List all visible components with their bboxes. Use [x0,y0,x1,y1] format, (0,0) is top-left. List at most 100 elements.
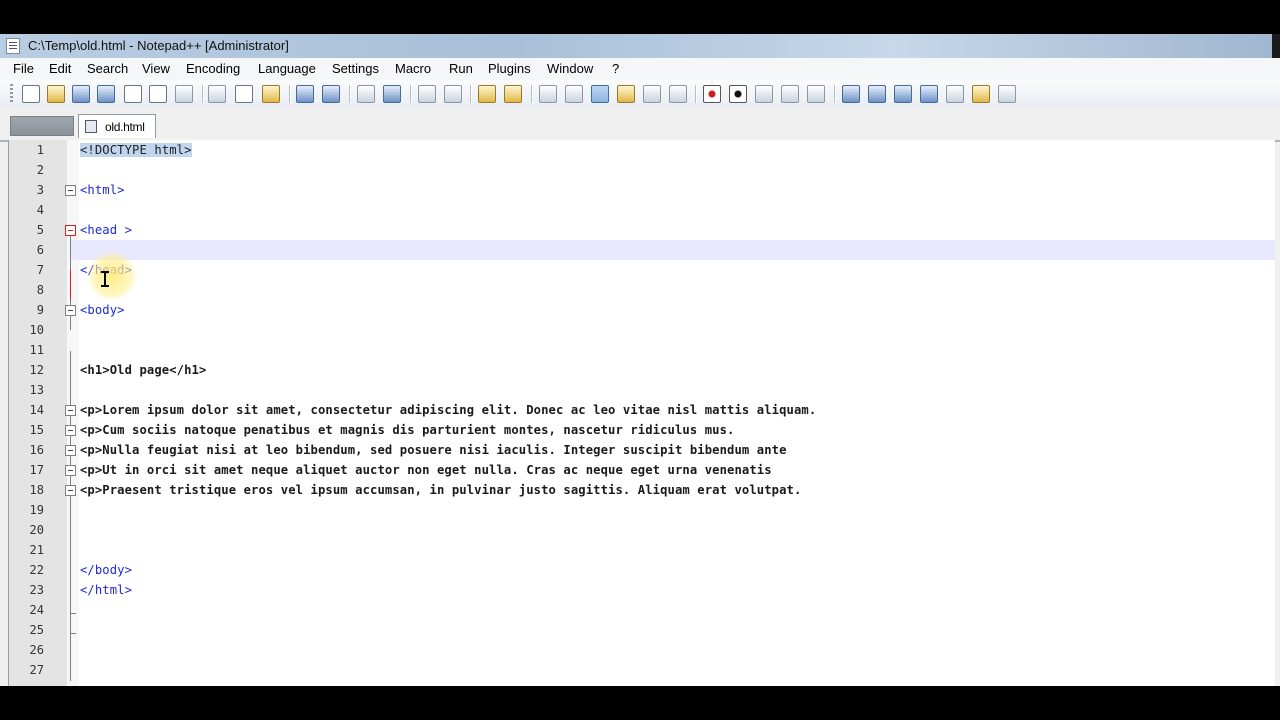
open-file-icon[interactable] [47,85,65,103]
menu-settings[interactable]: Settings [332,61,379,76]
copy-icon[interactable] [235,85,253,103]
line-text: <p>Ut in orci sit amet neque aliquet auc… [80,463,772,477]
line-number: 19 [29,503,44,517]
undo-icon[interactable] [296,85,314,103]
menu-edit[interactable]: Edit [49,61,71,76]
menu-window[interactable]: Window [547,61,593,76]
toolbar-grip[interactable] [10,84,13,104]
menu-file[interactable]: File [13,61,34,76]
sync-vertical-icon[interactable] [478,85,496,103]
menu-search[interactable]: Search [87,61,128,76]
code-line[interactable]: 27 [9,660,1275,680]
line-number: 20 [29,523,44,537]
code-line[interactable]: 24 [9,600,1275,620]
toolbar-separator [202,85,203,103]
code-line[interactable]: 19 [9,500,1275,520]
new-file-icon[interactable] [22,85,40,103]
code-line[interactable]: 12 <h1>Old page</h1> [9,360,1275,380]
line-text: <p>Praesent tristique eros vel ipsum acc… [80,483,802,497]
window-title: C:\Temp\old.html - Notepad++ [Administra… [28,38,289,53]
code-line[interactable]: 15 <p>Cum sociis natoque penatibus et ma… [9,420,1275,440]
code-line[interactable]: 8 [9,280,1275,300]
menu-encoding[interactable]: Encoding [186,61,240,76]
code-line[interactable]: 3 <html> [9,180,1275,200]
plugin-icon[interactable] [842,85,860,103]
line-number: 24 [29,603,44,617]
code-line[interactable]: 17 <p>Ut in orci sit amet neque aliquet … [9,460,1275,480]
code-line[interactable]: 13 [9,380,1275,400]
code-line[interactable]: 5 <head > [9,220,1275,240]
line-number: 13 [29,383,44,397]
save-all-icon[interactable] [97,85,115,103]
arrow-down-icon[interactable] [894,85,912,103]
code-line[interactable]: 20 [9,520,1275,540]
code-line-current[interactable]: 6 [9,240,1275,260]
title-bar[interactable]: C:\Temp\old.html - Notepad++ [Administra… [0,34,1280,58]
code-line[interactable]: 1 <!DOCTYPE html> [9,140,1275,160]
show-all-chars-icon[interactable] [565,85,583,103]
menu-macro[interactable]: Macro [395,61,431,76]
code-line[interactable]: 7 </head> [9,260,1275,280]
code-line[interactable]: 10 [9,320,1275,340]
find-icon[interactable] [357,85,375,103]
tab-old-html[interactable]: old.html [78,114,156,138]
line-text: <!DOCTYPE html> [80,143,192,157]
code-line[interactable]: 4 [9,200,1275,220]
code-line[interactable]: 9 <body> [9,300,1275,320]
arrow-up-icon[interactable] [868,85,886,103]
word-wrap-icon[interactable] [539,85,557,103]
spell-check-icon[interactable] [946,85,964,103]
code-line[interactable]: 16 <p>Nulla feugiat nisi at leo bibendum… [9,440,1275,460]
menu-run[interactable]: Run [449,61,473,76]
line-number: 15 [29,423,44,437]
code-line[interactable]: 2 [9,160,1275,180]
code-line[interactable]: 25 [9,620,1275,640]
sync-horizontal-icon[interactable] [504,85,522,103]
toolbar [0,80,1280,109]
function-list-icon[interactable] [669,85,687,103]
redo-icon[interactable] [322,85,340,103]
notepad-app-icon [6,38,20,54]
tab-bar: old.html [0,108,1280,142]
tab-inactive[interactable] [10,116,74,136]
run-macro-multiple-icon[interactable] [781,85,799,103]
user-language-icon[interactable] [617,85,635,103]
toolbar-separator [410,85,411,103]
menu-help[interactable]: ? [612,61,619,76]
indent-guide-icon[interactable] [591,85,609,103]
stop-recording-icon[interactable] [729,85,747,103]
menu-view[interactable]: View [142,61,170,76]
save-icon[interactable] [72,85,90,103]
paste-icon[interactable] [262,85,280,103]
replace-icon[interactable] [383,85,401,103]
plugin-icon[interactable] [972,85,990,103]
spell-check-icon[interactable] [998,85,1016,103]
menu-language[interactable]: Language [258,61,316,76]
code-line[interactable]: 14 <p>Lorem ipsum dolor sit amet, consec… [9,400,1275,420]
code-line[interactable]: 22 </body> [9,560,1275,580]
zoom-in-icon[interactable] [418,85,436,103]
close-all-icon[interactable] [149,85,167,103]
line-text: <head > [80,223,133,237]
code-line[interactable]: 18 <p>Praesent tristique eros vel ipsum … [9,480,1275,500]
line-number: 6 [36,243,44,257]
code-line[interactable]: 11 [9,340,1275,360]
line-text: <p>Lorem ipsum dolor sit amet, consectet… [80,403,817,417]
editor-pane[interactable]: 1 <!DOCTYPE html> 2 3 <html> 4 5 <head >… [8,140,1275,686]
print-icon[interactable] [175,85,193,103]
record-macro-icon[interactable] [703,85,721,103]
save-macro-icon[interactable] [807,85,825,103]
plugin-icon[interactable] [920,85,938,103]
menu-plugins[interactable]: Plugins [488,61,531,76]
code-line[interactable]: 26 [9,640,1275,660]
cut-icon[interactable] [208,85,226,103]
playback-macro-icon[interactable] [755,85,773,103]
code-line[interactable]: 21 [9,540,1275,560]
zoom-out-icon[interactable] [444,85,462,103]
code-line[interactable]: 23 </html> [9,580,1275,600]
menu-bar: File Edit Search View Encoding Language … [0,58,1280,81]
toolbar-separator [531,85,532,103]
close-icon[interactable] [124,85,142,103]
document-map-icon[interactable] [643,85,661,103]
line-number: 4 [36,203,44,217]
